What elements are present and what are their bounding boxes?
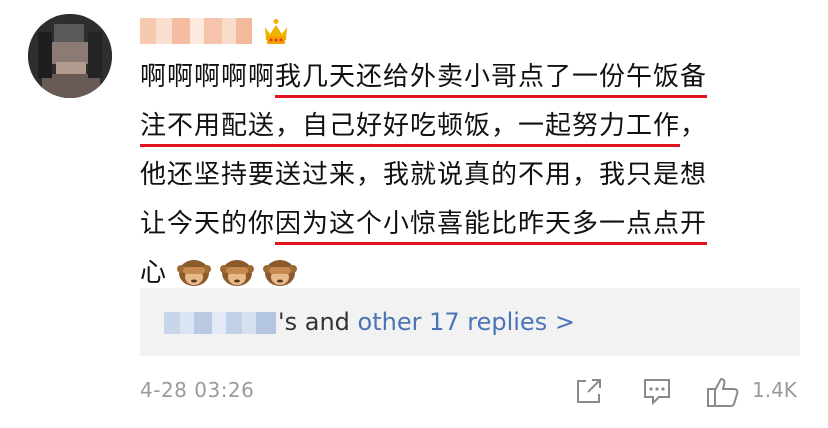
comment-footer: 4-28 03:26 1.4K bbox=[140, 374, 800, 408]
like-count: 1.4K bbox=[752, 378, 797, 402]
comment-icon[interactable] bbox=[642, 376, 672, 406]
comment-text: 啊啊啊啊啊 bbox=[140, 62, 276, 92]
reply-user-blurred bbox=[164, 312, 276, 334]
crown-badge-icon bbox=[265, 19, 287, 44]
comment-text: ， bbox=[680, 111, 708, 141]
comment-highlight: 因为这个小惊喜能比昨天多一点点开 bbox=[275, 209, 708, 239]
replies-suffix: 's and bbox=[278, 308, 358, 336]
comment-body: 啊啊啊啊啊我几天还给外卖小哥点了一份午饭备 注不用配送，自己好好吃顿饭，一起努力… bbox=[140, 60, 790, 305]
view-replies-link[interactable]: other 17 replies > bbox=[358, 308, 575, 336]
share-icon[interactable] bbox=[574, 376, 604, 406]
timestamp: 4-28 03:26 bbox=[140, 378, 255, 402]
see-no-evil-monkey-icon bbox=[177, 260, 212, 286]
avatar[interactable] bbox=[28, 14, 112, 98]
username-blurred[interactable] bbox=[140, 18, 252, 44]
comment-line: 啊啊啊啊啊我几天还给外卖小哥点了一份午饭备 bbox=[140, 60, 790, 109]
comment-line: 注不用配送，自己好好吃顿饭，一起努力工作， bbox=[140, 109, 790, 158]
comment-line: 让今天的你因为这个小惊喜能比昨天多一点点开 bbox=[140, 207, 790, 256]
see-no-evil-monkey-icon bbox=[220, 260, 255, 286]
comment-highlight: 我几天还给外卖小哥点了一份午饭备 bbox=[275, 62, 708, 92]
comment-text: 他还坚持要送过来，我就说真的不用，我只是想 bbox=[140, 160, 708, 190]
see-no-evil-monkey-icon bbox=[263, 260, 298, 286]
replies-text: 's and other 17 replies > bbox=[278, 306, 575, 338]
like-icon[interactable] bbox=[706, 376, 740, 408]
comment-highlight: 心 bbox=[140, 258, 168, 288]
replies-preview[interactable]: 's and other 17 replies > bbox=[140, 288, 800, 356]
comment-text: 让今天的你 bbox=[140, 209, 276, 239]
comment-line: 他还坚持要送过来，我就说真的不用，我只是想 bbox=[140, 158, 790, 207]
comment-highlight: 注不用配送，自己好好吃顿饭，一起努力工作 bbox=[140, 111, 681, 141]
